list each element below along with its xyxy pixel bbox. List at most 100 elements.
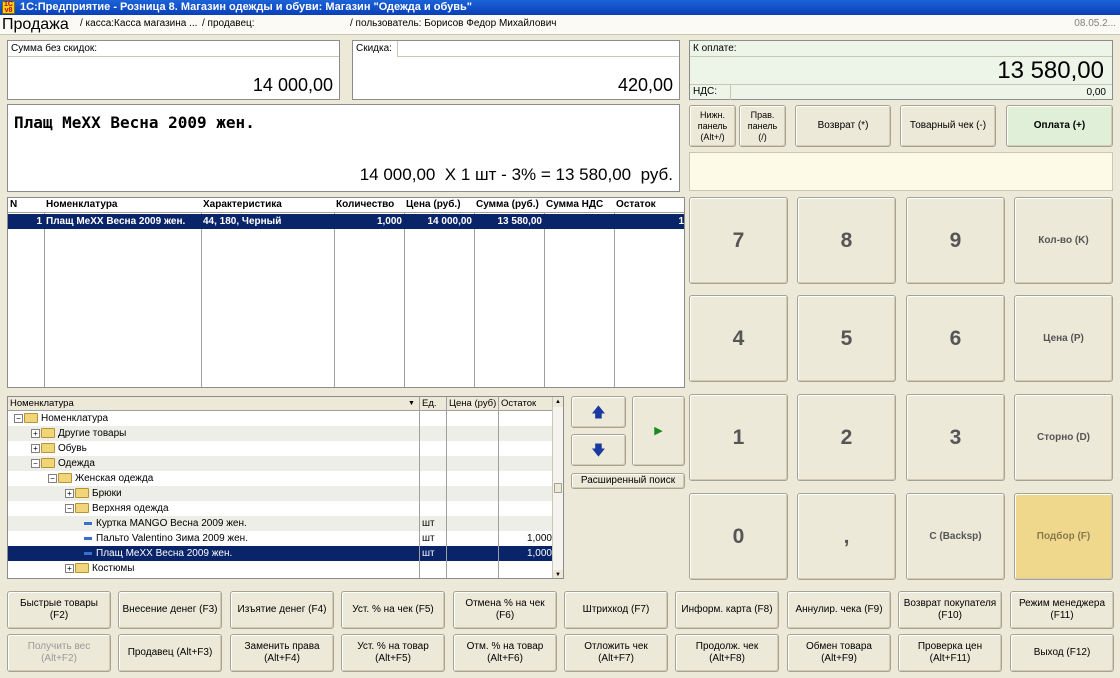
discount-value: 420,00	[617, 75, 673, 95]
table-row[interactable]: 1 Плащ MeXX Весна 2009 жен. 44, 180, Чер…	[8, 214, 684, 229]
extended-search-button[interactable]: Расширенный поиск	[571, 473, 685, 489]
key-9[interactable]: 9	[906, 197, 1005, 284]
display-calc: 14 000,00 X 1 шт - 3% = 13 580,00 руб.	[359, 165, 673, 184]
tree-body: − Номенклатура + Другие товары + Обувь − Одежда…	[8, 411, 555, 578]
key-8[interactable]: 8	[797, 197, 896, 284]
price-check-button[interactable]: Проверка цен (Alt+F11)	[898, 634, 1002, 672]
tree-row[interactable]: + Обувь	[8, 441, 555, 456]
tree-header: Номенклатура ▼ Ед. Цена (руб) Остаток	[8, 397, 555, 411]
void-check-button[interactable]: Аннулир. чека (F9)	[787, 591, 891, 629]
expand-icon[interactable]: +	[31, 443, 40, 453]
tree-item-label: Плащ MeXX Весна 2009 жен.	[96, 548, 233, 559]
return-button[interactable]: Возврат (*)	[795, 105, 891, 147]
resume-check-button[interactable]: Продолж. чек (Alt+F8)	[675, 634, 779, 672]
user-info: / пользователь: Борисов Федор Михайлович	[350, 18, 557, 29]
expand-icon[interactable]: +	[65, 488, 74, 498]
pay-label: К оплате:	[693, 43, 737, 54]
collapse-icon[interactable]: −	[31, 458, 40, 468]
tree-row[interactable]: Плащ MeXX Весна 2009 жен. шт 1,000	[8, 546, 555, 561]
expand-icon[interactable]: +	[65, 563, 74, 573]
key-4[interactable]: 4	[689, 295, 788, 382]
price-button[interactable]: Цена (P)	[1014, 295, 1113, 382]
quick-goods-button[interactable]: Быстрые товары (F2)	[7, 591, 111, 629]
collapse-icon[interactable]: −	[14, 413, 23, 423]
get-weight-button[interactable]: Получить вес (Alt+F2)	[7, 634, 111, 672]
folder-icon	[41, 443, 55, 454]
tree-item-label: Пальто Valentino Зима 2009 жен.	[96, 533, 248, 544]
play-icon: ▶	[654, 425, 663, 437]
storno-button[interactable]: Сторно (D)	[1014, 394, 1113, 481]
tree-row[interactable]: − Женская одежда	[8, 471, 555, 486]
item-discount-button[interactable]: Уст. % на товар (Alt+F5)	[341, 634, 445, 672]
manager-mode-button[interactable]: Режим менеджера (F11)	[1010, 591, 1114, 629]
bottom-panel-button[interactable]: Нижн. панель (Alt+/)	[689, 105, 736, 147]
backspace-button[interactable]: C (Backsp)	[906, 493, 1005, 580]
replace-rights-button[interactable]: Заменить права (Alt+F4)	[230, 634, 334, 672]
sum-label: Сумма без скидок:	[11, 43, 98, 54]
scroll-thumb[interactable]	[554, 483, 562, 493]
discount-input[interactable]	[397, 41, 679, 57]
key-3[interactable]: 3	[906, 394, 1005, 481]
receipt-table[interactable]: N Номенклатура Характеристика Количество…	[7, 197, 685, 388]
hold-check-button[interactable]: Отложить чек (Alt+F7)	[564, 634, 668, 672]
arrow-up-button[interactable]: 🡅	[571, 396, 626, 428]
row-quantity: 1,000	[376, 216, 402, 227]
key-0[interactable]: 0	[689, 493, 788, 580]
info-bar: Продажа / касса:Касса магазина ... / про…	[0, 15, 1120, 35]
arrow-down-button[interactable]: 🡇	[571, 434, 626, 466]
cancel-item-discount-button[interactable]: Отм. % на товар (Alt+F6)	[453, 634, 557, 672]
key-2[interactable]: 2	[797, 394, 896, 481]
exchange-button[interactable]: Обмен товара (Alt+F9)	[787, 634, 891, 672]
cash-out-button[interactable]: Изъятие денег (F4)	[230, 591, 334, 629]
scroll-up-icon[interactable]: ▲	[553, 397, 563, 407]
exit-button[interactable]: Выход (F12)	[1010, 634, 1114, 672]
info-card-button[interactable]: Информ. карта (F8)	[675, 591, 779, 629]
key-5[interactable]: 5	[797, 295, 896, 382]
barcode-button[interactable]: Штрихкод (F7)	[564, 591, 668, 629]
collapse-icon[interactable]: −	[48, 473, 57, 483]
item-icon	[84, 551, 92, 555]
key-1[interactable]: 1	[689, 394, 788, 481]
folder-icon	[75, 563, 89, 574]
key-7[interactable]: 7	[689, 197, 788, 284]
tree-row[interactable]: + Другие товары	[8, 426, 555, 441]
cash-in-button[interactable]: Внесение денег (F3)	[118, 591, 222, 629]
tree-row[interactable]: + Костюмы	[8, 561, 555, 576]
key-comma[interactable]: ,	[797, 493, 896, 580]
seller-info: / продавец:	[202, 18, 255, 29]
collapse-icon[interactable]: −	[65, 503, 74, 513]
tree-row[interactable]: − Верхняя одежда	[8, 501, 555, 516]
tree-item-label: Костюмы	[92, 563, 135, 574]
scroll-down-icon[interactable]: ▼	[553, 570, 563, 578]
selection-button[interactable]: Подбор (F)	[1014, 493, 1113, 580]
nomenclature-tree[interactable]: Номенклатура ▼ Ед. Цена (руб) Остаток − Н…	[7, 396, 564, 579]
row-price: 14 000,00	[427, 216, 473, 227]
customer-return-button[interactable]: Возврат покупателя (F10)	[898, 591, 1002, 629]
tree-row[interactable]: − Одежда	[8, 456, 555, 471]
to-pay-box: К оплате: 13 580,00 НДС: 0,00	[689, 40, 1113, 100]
tree-item-label: Номенклатура	[41, 413, 109, 424]
chevron-down-icon[interactable]: ▼	[408, 397, 415, 410]
tree-scrollbar[interactable]: ▲ ▼	[552, 397, 563, 578]
tree-row[interactable]: − Номенклатура	[8, 411, 555, 426]
receipt-button[interactable]: Товарный чек (-)	[900, 105, 996, 147]
col-characteristic: Характеристика	[203, 199, 282, 210]
window-title: 1С:Предприятие - Розница 8. Магазин одеж…	[20, 1, 472, 13]
cancel-check-discount-button[interactable]: Отмена % на чек (F6)	[453, 591, 557, 629]
payment-button[interactable]: Оплата (+)	[1006, 105, 1113, 147]
tree-row[interactable]: + Брюки	[8, 486, 555, 501]
key-6[interactable]: 6	[906, 295, 1005, 382]
tree-item-unit: шт	[422, 518, 435, 529]
tree-item-stock: 1,000	[526, 548, 552, 559]
discount-label: Скидка:	[356, 43, 392, 54]
col-vat: Сумма НДС	[546, 199, 604, 210]
check-discount-button[interactable]: Уст. % на чек (F5)	[341, 591, 445, 629]
right-panel-button[interactable]: Прав. панель (/)	[739, 105, 786, 147]
seller-button[interactable]: Продавец (Alt+F3)	[118, 634, 222, 672]
quantity-button[interactable]: Кол-во (K)	[1014, 197, 1113, 284]
add-item-button[interactable]: ▶	[632, 396, 685, 466]
tree-row[interactable]: Куртка MANGO Весна 2009 жен. шт	[8, 516, 555, 531]
tree-row[interactable]: Пальто Valentino Зима 2009 жен. шт 1,000	[8, 531, 555, 546]
expand-icon[interactable]: +	[31, 428, 40, 438]
arrow-up-icon: 🡅	[591, 404, 606, 420]
